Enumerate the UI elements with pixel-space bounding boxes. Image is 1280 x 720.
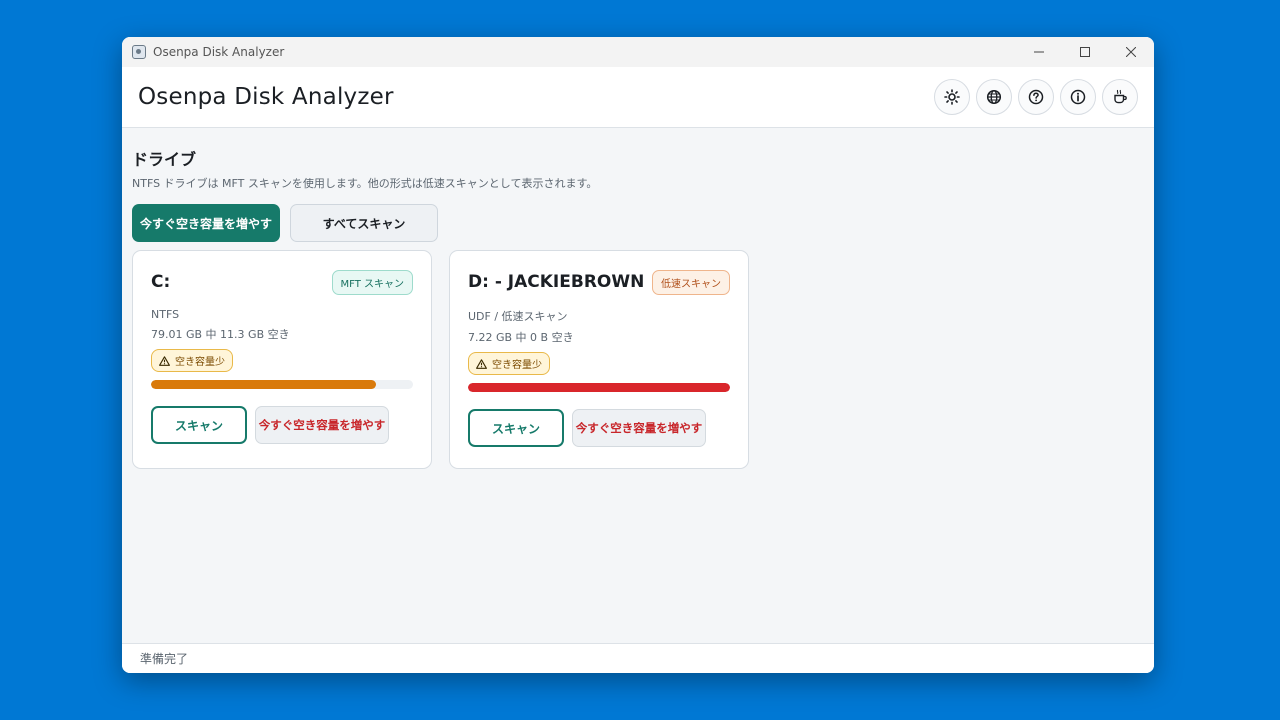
status-text: 準備完了 xyxy=(140,652,189,666)
window-controls xyxy=(1016,37,1154,67)
scan-type-badge: MFT スキャン xyxy=(331,269,413,295)
free-space-now-button[interactable]: 今すぐ空き容量を増やす xyxy=(132,204,280,242)
title-bar[interactable]: Osenpa Disk Analyzer xyxy=(122,37,1154,67)
low-space-warning: 空き容量少 xyxy=(151,349,233,372)
scan-type-badge: 低速スキャン xyxy=(652,269,730,295)
filesystem-label: UDF / 低速スキャン xyxy=(468,310,568,323)
minimize-icon xyxy=(1034,51,1044,53)
maximize-button[interactable] xyxy=(1062,37,1108,67)
section-description: NTFS ドライブは MFT スキャンを使用します。他の形式は低速スキャンとして… xyxy=(132,177,598,190)
sun-icon xyxy=(944,89,960,105)
app-window: Osenpa Disk Analyzer Osenpa Disk Analyze… xyxy=(122,37,1154,673)
low-space-warning: 空き容量少 xyxy=(468,352,550,375)
global-actions: 今すぐ空き容量を増やす すべてスキャン xyxy=(132,204,1144,242)
usage-bar-fill xyxy=(468,383,730,392)
theme-toggle-button[interactable] xyxy=(934,79,970,115)
close-button[interactable] xyxy=(1108,37,1154,67)
warning-text: 空き容量少 xyxy=(492,360,542,371)
minimize-button[interactable] xyxy=(1016,37,1062,67)
language-button[interactable] xyxy=(976,79,1012,115)
usage-bar xyxy=(468,383,730,392)
scan-button[interactable]: スキャン xyxy=(468,409,564,447)
free-space-button[interactable]: 今すぐ空き容量を増やす xyxy=(572,409,706,447)
section-title: ドライブ xyxy=(132,150,197,169)
drive-cards: C: MFT スキャン NTFS 79.01 GB 中 11.3 GB 空き 空… xyxy=(132,250,1144,469)
filesystem-label: NTFS xyxy=(151,308,180,321)
warning-text: 空き容量少 xyxy=(175,357,225,368)
warning-icon xyxy=(476,358,487,369)
info-icon xyxy=(1070,89,1086,105)
help-button[interactable] xyxy=(1018,79,1054,115)
donate-button[interactable] xyxy=(1102,79,1138,115)
app-header: Osenpa Disk Analyzer xyxy=(122,67,1154,128)
drive-name: D: - JACKIEBROWN xyxy=(468,272,645,292)
header-toolbar xyxy=(934,79,1138,115)
drive-card-d: D: - JACKIEBROWN 低速スキャン UDF / 低速スキャン 7.2… xyxy=(449,250,749,469)
globe-icon xyxy=(986,89,1002,105)
scan-all-button[interactable]: すべてスキャン xyxy=(290,204,438,242)
status-bar: 準備完了 xyxy=(122,643,1154,673)
drive-name: C: xyxy=(151,272,171,292)
close-icon xyxy=(1126,47,1136,57)
app-title: Osenpa Disk Analyzer xyxy=(138,84,394,110)
capacity-label: 79.01 GB 中 11.3 GB 空き xyxy=(151,328,290,341)
about-button[interactable] xyxy=(1060,79,1096,115)
usage-bar xyxy=(151,380,413,389)
scan-button[interactable]: スキャン xyxy=(151,406,247,444)
question-icon xyxy=(1028,89,1044,105)
maximize-icon xyxy=(1080,47,1090,57)
free-space-button[interactable]: 今すぐ空き容量を増やす xyxy=(255,406,389,444)
window-title: Osenpa Disk Analyzer xyxy=(153,45,285,59)
drive-card-c: C: MFT スキャン NTFS 79.01 GB 中 11.3 GB 空き 空… xyxy=(132,250,432,469)
app-icon xyxy=(132,45,146,59)
main-content: ドライブ NTFS ドライブは MFT スキャンを使用します。他の形式は低速スキ… xyxy=(122,128,1154,643)
capacity-label: 7.22 GB 中 0 B 空き xyxy=(468,331,574,344)
usage-bar-fill xyxy=(151,380,376,389)
coffee-icon xyxy=(1114,89,1127,104)
warning-icon xyxy=(159,355,170,366)
